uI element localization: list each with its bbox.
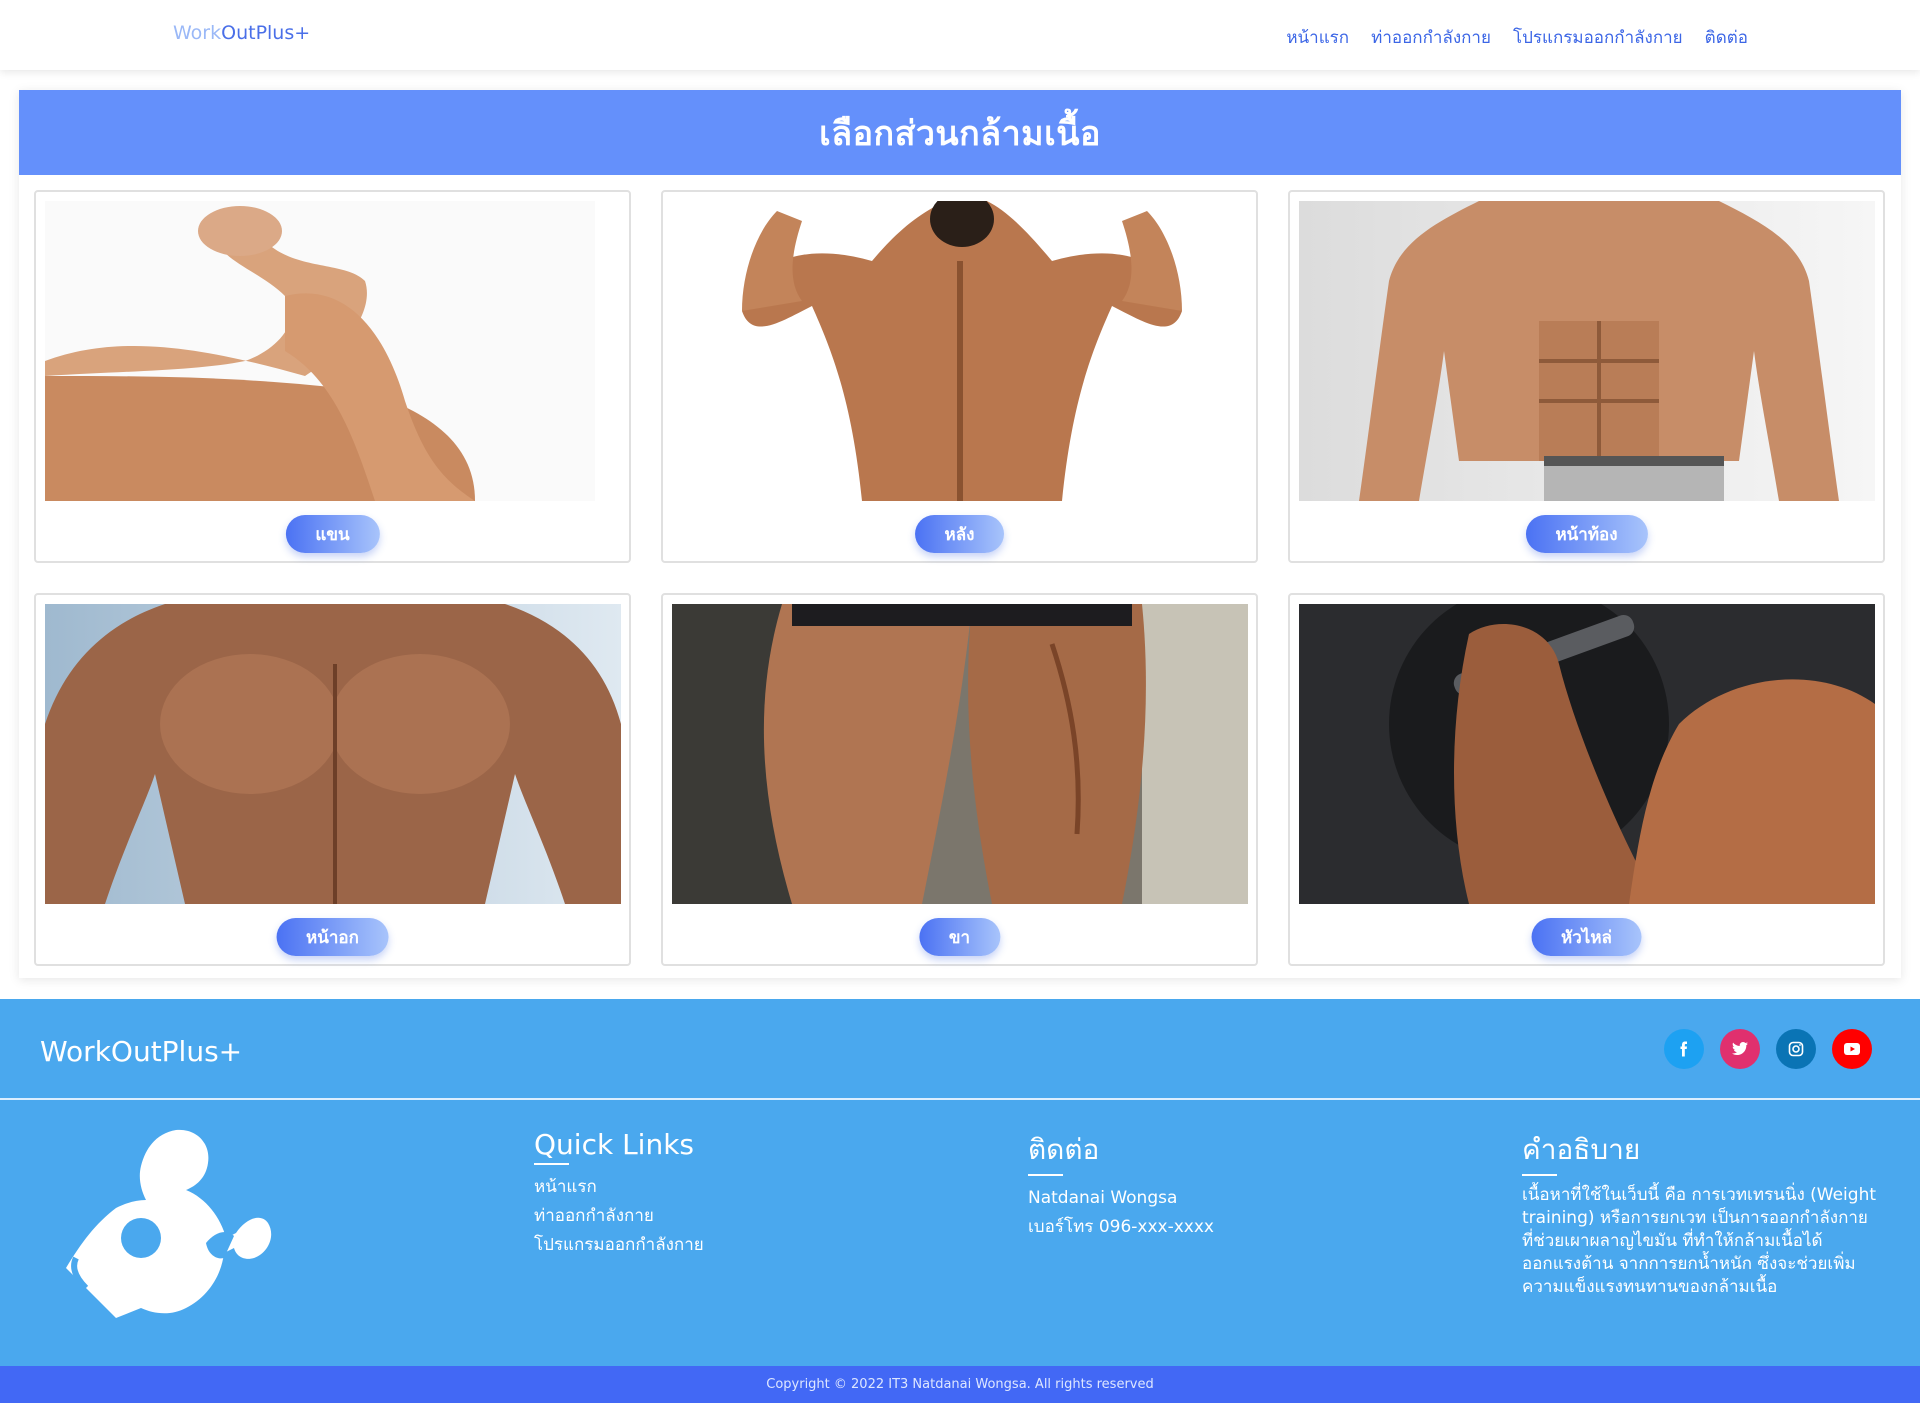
footer-link-home[interactable]: หน้าแรก: [534, 1173, 704, 1202]
nav-link-programs[interactable]: โปรแกรมออกกำลังกาย: [1513, 24, 1683, 51]
brand-logo[interactable]: WorkOutPlus+: [173, 22, 310, 44]
footer-link-programs[interactable]: โปรแกรมออกกำลังกาย: [534, 1231, 704, 1260]
quick-links-column: Quick Links หน้าแรก ท่าออกกำลังกาย โปรแก…: [534, 1128, 704, 1260]
chest-muscle-photo: [45, 604, 621, 904]
muscle-card-abs: หน้าท้อง: [1288, 190, 1885, 563]
section-header: เลือกส่วนกล้ามเนื้อ: [19, 90, 1901, 175]
muscle-card-chest: หน้าอก: [34, 593, 631, 966]
description-column: คำอธิบาย เนื้อหาที่ใช้ในเว็บนี้ คือ การเ…: [1522, 1128, 1877, 1299]
footer-top: WorkOutPlus+: [0, 999, 1920, 1099]
muscle-card-legs: ขา: [661, 593, 1258, 966]
instagram-icon[interactable]: [1776, 1029, 1816, 1069]
arm-muscle-photo: [45, 201, 595, 501]
abs-button[interactable]: หน้าท้อง: [1525, 515, 1648, 553]
abs-muscle-photo: [1299, 201, 1875, 501]
navbar: WorkOutPlus+ หน้าแรก ท่าออกกำลังกาย โปรแ…: [0, 0, 1920, 70]
nav-links: หน้าแรก ท่าออกกำลังกาย โปรแกรมออกกำลังกา…: [1286, 24, 1748, 51]
leg-muscle-photo: [672, 604, 1248, 904]
contact-name: Natdanai Wongsa: [1028, 1188, 1178, 1208]
contact-title: ติดต่อ: [1028, 1128, 1099, 1176]
nav-link-exercises[interactable]: ท่าออกกำลังกาย: [1371, 24, 1491, 51]
fitness-logo-icon: [66, 1129, 272, 1318]
copyright-bar: Copyright © 2022 IT3 Natdanai Wongsa. Al…: [0, 1366, 1920, 1403]
footer-link-exercises[interactable]: ท่าออกกำลังกาย: [534, 1202, 704, 1231]
shoulder-button[interactable]: หัวไหล่: [1531, 918, 1642, 956]
nav-link-home[interactable]: หน้าแรก: [1286, 24, 1349, 51]
social-links: [1664, 1029, 1872, 1069]
description-title: คำอธิบาย: [1522, 1128, 1640, 1176]
muscle-selection-section: เลือกส่วนกล้ามเนื้อ แขน หลัง หน้าท้อง หน…: [19, 90, 1901, 978]
youtube-icon[interactable]: [1832, 1029, 1872, 1069]
muscle-card-back: หลัง: [661, 190, 1258, 563]
brand-part-outplus: OutPlus+: [221, 22, 311, 44]
facebook-icon[interactable]: [1664, 1029, 1704, 1069]
shoulder-muscle-photo: [1299, 604, 1875, 904]
description-text: เนื้อหาที่ใช้ในเว็บนี้ คือ การเวทเทรนนิ่…: [1522, 1185, 1877, 1297]
footer-brand[interactable]: WorkOutPlus+: [40, 1035, 242, 1068]
section-title: เลือกส่วนกล้ามเนื้อ: [819, 113, 1101, 154]
contact-phone: เบอร์โทร 096-xxx-xxxx: [1028, 1217, 1214, 1237]
arm-button[interactable]: แขน: [285, 515, 380, 553]
copyright-text: Copyright © 2022 IT3 Natdanai Wongsa. Al…: [766, 1377, 1154, 1392]
brand-part-work: Work: [173, 22, 222, 44]
nav-link-contact[interactable]: ติดต่อ: [1705, 24, 1748, 51]
muscle-card-shoulder: หัวไหล่: [1288, 593, 1885, 966]
back-button[interactable]: หลัง: [914, 515, 1005, 553]
muscle-card-grid: แขน หลัง หน้าท้อง หน้าอก ขา หัวไหล่: [34, 190, 1886, 966]
contact-column: ติดต่อ Natdanai Wongsa เบอร์โทร 096-xxx-…: [1028, 1128, 1214, 1242]
chest-button[interactable]: หน้าอก: [276, 918, 389, 956]
legs-button[interactable]: ขา: [918, 918, 1001, 956]
quick-links-title: Quick Links: [534, 1128, 695, 1165]
muscle-card-arm: แขน: [34, 190, 631, 563]
footer-main: Quick Links หน้าแรก ท่าออกกำลังกาย โปรแก…: [0, 1100, 1920, 1366]
back-muscle-photo: [672, 201, 1250, 501]
twitter-icon[interactable]: [1720, 1029, 1760, 1069]
